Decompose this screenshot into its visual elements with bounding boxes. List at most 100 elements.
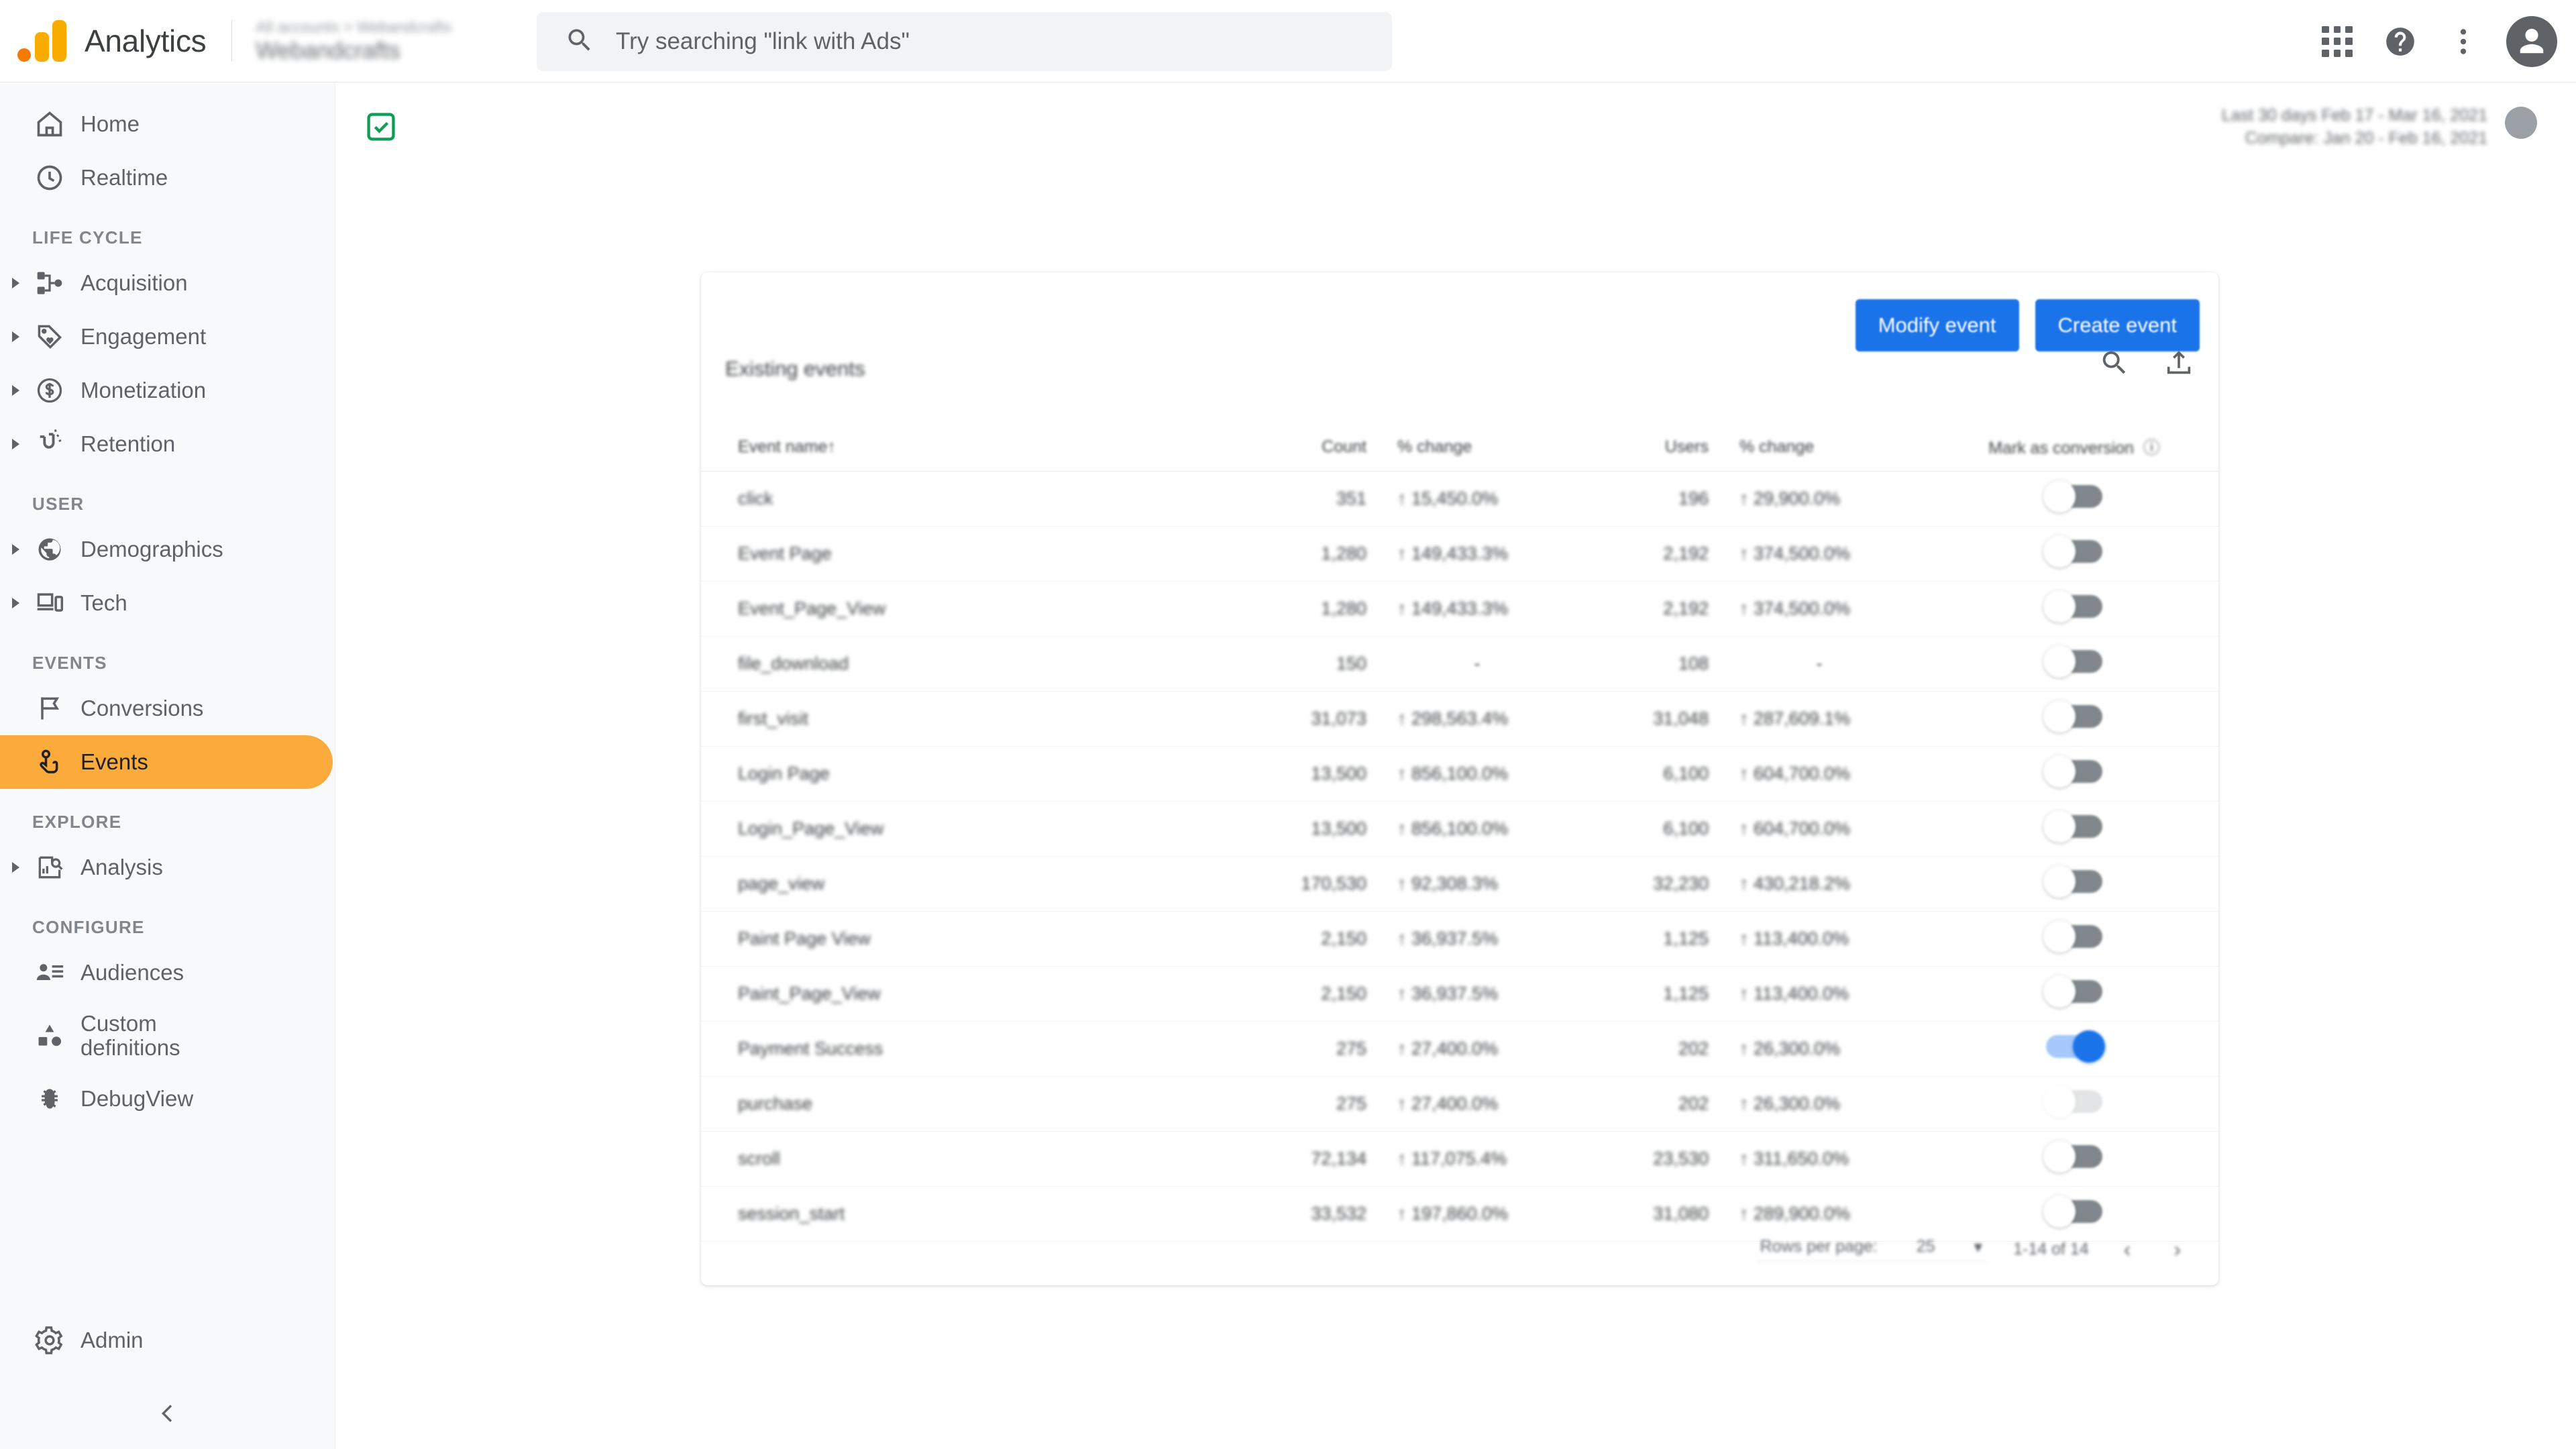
col-header-count-change[interactable]: % change: [1366, 425, 1588, 472]
mark-as-conversion-toggle[interactable]: [2043, 975, 2102, 1008]
help-circle-icon[interactable]: [2372, 13, 2428, 70]
create-event-button[interactable]: Create event: [2035, 299, 2200, 352]
mark-as-conversion-toggle[interactable]: [2043, 480, 2102, 513]
account-selector[interactable]: All accounts > Webandcrafts Webandcrafts: [256, 17, 451, 65]
table-row[interactable]: Login Page 13,500 ↑ 856,100.0% 6,100 ↑ 604,7…: [701, 746, 2218, 802]
apps-grid-icon[interactable]: [2309, 13, 2365, 70]
pagination-prev-button[interactable]: ‹: [2116, 1237, 2139, 1262]
mark-as-conversion-toggle[interactable]: [2043, 1140, 2102, 1173]
mark-as-conversion-toggle[interactable]: [2043, 590, 2102, 623]
sidebar-item-engagement[interactable]: Engagement: [0, 310, 335, 364]
google-analytics-logo-icon: [15, 20, 67, 62]
modify-event-button[interactable]: Modify event: [1855, 299, 2019, 352]
mark-as-conversion-toggle[interactable]: [2046, 1030, 2105, 1063]
pagination-next-button[interactable]: ›: [2165, 1237, 2189, 1262]
toggle-knob: [2043, 810, 2076, 843]
share-export-icon[interactable]: [2163, 347, 2194, 382]
mark-as-conversion-toggle[interactable]: [2043, 700, 2102, 733]
col-header-users-change[interactable]: % change: [1709, 425, 1930, 472]
user-avatar-icon[interactable]: [2506, 15, 2557, 67]
cell-event-name[interactable]: first_visit: [701, 691, 1239, 747]
audience-person-list-icon: [32, 955, 67, 990]
sidebar-item-demographics[interactable]: Demographics: [0, 523, 335, 576]
sidebar-item-label: Analysis: [80, 855, 163, 879]
date-range-primary: Last 30 days Feb 17 - Mar 16, 2021: [2221, 106, 2487, 125]
cell-event-name[interactable]: Paint_Page_View: [701, 966, 1239, 1022]
cell-event-name[interactable]: click: [701, 471, 1239, 527]
table-row[interactable]: Payment Success 275 ↑ 27,400.0% 202 ↑ 26,300…: [701, 1021, 2218, 1077]
sidebar-item-realtime[interactable]: Realtime: [0, 151, 335, 205]
sidebar-item-debugview[interactable]: DebugView: [0, 1072, 335, 1126]
cell-event-name[interactable]: file_download: [701, 636, 1239, 692]
sidebar-item-audiences[interactable]: Audiences: [0, 946, 335, 1000]
table-row[interactable]: scroll 72,134 ↑ 117,075.4% 23,530 ↑ 311,650.…: [701, 1131, 2218, 1187]
toggle-knob: [2043, 645, 2076, 678]
mark-as-conversion-toggle[interactable]: [2043, 810, 2102, 843]
cell-count-change: ↑ 117,075.4%: [1366, 1131, 1588, 1187]
card-actions: Modify event Create event: [1855, 299, 2200, 352]
more-vert-icon[interactable]: [2435, 13, 2491, 70]
table-row[interactable]: Paint Page View 2,150 ↑ 36,937.5% 1,125 ↑ 11…: [701, 911, 2218, 967]
table-row[interactable]: Event Page 1,280 ↑ 149,433.3% 2,192 ↑ 374,50…: [701, 526, 2218, 582]
table-row[interactable]: click 351 ↑ 15,450.0% 196 ↑ 29,900.0%: [701, 471, 2218, 527]
cell-users: 6,100: [1588, 746, 1709, 802]
cell-event-name[interactable]: Login_Page_View: [701, 801, 1239, 857]
mark-as-conversion-toggle[interactable]: [2043, 755, 2102, 788]
cell-event-name[interactable]: purchase: [701, 1076, 1239, 1132]
sidebar-item-conversions[interactable]: Conversions: [0, 682, 335, 735]
date-range-compare: Compare: Jan 20 - Feb 16, 2021: [2245, 129, 2487, 148]
cell-count: 275: [1239, 1076, 1366, 1132]
cell-event-name[interactable]: page_view: [701, 856, 1239, 912]
cell-event-name[interactable]: scroll: [701, 1131, 1239, 1187]
info-icon[interactable]: ⓘ: [2139, 439, 2160, 458]
cell-count: 13,500: [1239, 746, 1366, 802]
events-table-head: Event name↑ Count % change Users % chang…: [701, 425, 2218, 472]
table-row[interactable]: Event_Page_View 1,280 ↑ 149,433.3% 2,192 ↑ 3…: [701, 581, 2218, 637]
admin-nav-item[interactable]: Admin: [0, 1313, 335, 1367]
cell-event-name[interactable]: Event_Page_View: [701, 581, 1239, 637]
sidebar-item-retention[interactable]: Retention: [0, 417, 335, 471]
mark-as-conversion-toggle[interactable]: [2043, 1085, 2102, 1118]
toggle-knob: [2043, 590, 2076, 623]
cell-event-name[interactable]: Paint Page View: [701, 911, 1239, 967]
sidebar-collapse-button[interactable]: [0, 1400, 335, 1430]
search-icon[interactable]: [2099, 347, 2130, 382]
date-range-selector[interactable]: Last 30 days Feb 17 - Mar 16, 2021 Compa…: [2222, 104, 2537, 150]
sidebar-item-acquisition[interactable]: Acquisition: [0, 256, 335, 310]
sidebar-item-events[interactable]: Events: [0, 735, 333, 789]
table-row[interactable]: Login_Page_View 13,500 ↑ 856,100.0% 6,100 ↑ …: [701, 801, 2218, 857]
sidebar-item-admin[interactable]: Admin: [0, 1313, 335, 1367]
analysis-chart-search-icon: [32, 850, 67, 885]
table-row[interactable]: purchase 275 ↑ 27,400.0% 202 ↑ 26,300.0%: [701, 1076, 2218, 1132]
table-row[interactable]: first_visit 31,073 ↑ 298,563.4% 31,048 ↑ 287…: [701, 691, 2218, 747]
cell-conversion: [1930, 856, 2218, 912]
toggle-knob: [2043, 755, 2076, 788]
mark-as-conversion-toggle[interactable]: [2043, 535, 2102, 568]
col-label: Event name: [738, 437, 828, 456]
col-header-event-name[interactable]: Event name↑: [701, 425, 1239, 472]
sidebar-item-custom-definitions[interactable]: Custom definitions: [0, 1000, 335, 1072]
user-avatar-icon[interactable]: [2505, 107, 2537, 139]
cell-count-change: ↑ 36,937.5%: [1366, 911, 1588, 967]
cell-event-name[interactable]: Login Page: [701, 746, 1239, 802]
col-header-count[interactable]: Count: [1239, 425, 1366, 472]
sidebar-item-analysis[interactable]: Analysis: [0, 841, 335, 894]
rows-per-page-select[interactable]: Rows per page: 25 ▾: [1756, 1237, 1987, 1262]
sidebar-item-tech[interactable]: Tech: [0, 576, 335, 630]
search-input[interactable]: [616, 28, 1354, 55]
table-row[interactable]: Paint_Page_View 2,150 ↑ 36,937.5% 1,125 ↑ 11…: [701, 966, 2218, 1022]
mark-as-conversion-toggle[interactable]: [2043, 920, 2102, 953]
table-row[interactable]: file_download 150-108-: [701, 636, 2218, 692]
cell-users-change: ↑ 26,300.0%: [1709, 1076, 1930, 1132]
sidebar-item-monetization[interactable]: Monetization: [0, 364, 335, 417]
cell-event-name[interactable]: Event Page: [701, 526, 1239, 582]
search-bar[interactable]: [537, 12, 1392, 71]
mark-as-conversion-toggle[interactable]: [2043, 645, 2102, 678]
cell-count: 31,073: [1239, 691, 1366, 747]
cell-event-name[interactable]: Payment Success: [701, 1021, 1239, 1077]
sidebar-item-home[interactable]: Home: [0, 97, 335, 151]
mark-as-conversion-toggle[interactable]: [2043, 865, 2102, 898]
col-header-users[interactable]: Users: [1588, 425, 1709, 472]
cell-count-change: ↑ 36,937.5%: [1366, 966, 1588, 1022]
table-row[interactable]: page_view 170,530 ↑ 92,308.3% 32,230 ↑ 430,2…: [701, 856, 2218, 912]
